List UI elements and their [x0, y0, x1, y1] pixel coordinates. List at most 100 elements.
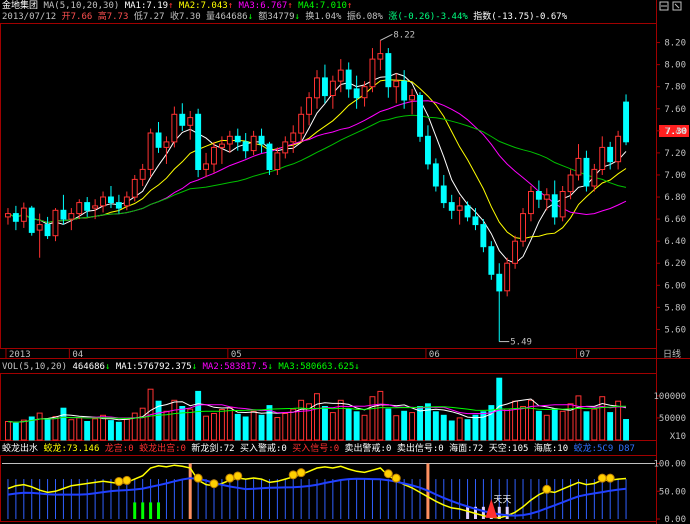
smiley-icon: [542, 484, 552, 494]
candle-body: [100, 196, 106, 207]
date-tick-label: 07: [579, 350, 590, 360]
volume-bar: [314, 393, 320, 441]
volume-bar: [139, 407, 146, 441]
volume-bar: [68, 419, 75, 441]
volume-bar: [440, 414, 447, 441]
date-unit-label[interactable]: 日线: [663, 348, 681, 360]
candle-body: [345, 69, 352, 90]
price-tick-label: 7.80: [664, 83, 686, 93]
price-tick-label: 6.40: [664, 237, 686, 247]
candle-body: [44, 224, 51, 237]
candle-body: [559, 191, 566, 218]
volume-bar: [20, 419, 27, 441]
candle-body: [448, 202, 455, 211]
volume-bar: [551, 408, 558, 441]
candle-body: [472, 216, 479, 226]
indicator-tick-label: 50.00: [659, 487, 686, 497]
candle-body: [551, 194, 558, 218]
price-tick-label: 6.60: [664, 215, 686, 225]
price-tick-label: 6.80: [664, 193, 686, 203]
smiley-icon: [193, 473, 203, 483]
candle-body: [512, 240, 518, 264]
candle-body: [504, 262, 511, 292]
high-marker-label: 8.22: [393, 30, 415, 40]
candle-body: [242, 141, 249, 152]
volume-bar: [131, 412, 138, 441]
volume-bar: [448, 420, 455, 441]
candle-body: [337, 69, 344, 82]
candle-body: [68, 213, 75, 220]
candle-body: [282, 141, 289, 154]
smiley-icon: [383, 469, 393, 479]
volume-bar: [258, 414, 265, 441]
candle-body: [115, 202, 122, 209]
candle-body: [266, 143, 273, 171]
volume-bar: [417, 406, 424, 441]
settings-icon[interactable]: [672, 1, 682, 11]
candle-body: [250, 135, 257, 152]
price-tick-label: 7.60: [664, 105, 686, 115]
volume-bar: [203, 415, 210, 441]
volume-bar: [456, 417, 463, 441]
volume-bar: [393, 415, 400, 441]
volume-bar: [472, 414, 479, 441]
candle-body: [12, 213, 19, 222]
price-tick-label: 6.00: [664, 281, 686, 291]
candle-body: [599, 146, 606, 170]
volume-bar: [623, 419, 629, 441]
candle-body: [203, 163, 210, 170]
candle-body: [5, 213, 11, 218]
candle-body: [52, 209, 59, 237]
volume-bar: [385, 408, 392, 441]
volume-bar: [535, 410, 542, 441]
candle-body: [219, 143, 225, 148]
candle-body: [163, 141, 170, 148]
volume-bar: [591, 408, 598, 441]
volume-bar: [123, 418, 130, 441]
candle-body: [520, 213, 526, 242]
candle-body: [234, 135, 241, 143]
volume-bar: [583, 411, 590, 441]
volume-bar: [607, 412, 614, 441]
candle-body: [567, 174, 574, 193]
candle-body: [322, 77, 328, 97]
candle-body: [615, 135, 622, 163]
volume-bar: [432, 411, 439, 441]
candle-body: [171, 113, 178, 143]
candle-body: [306, 97, 313, 115]
candle-body: [543, 194, 550, 200]
smiley-icon: [233, 471, 243, 481]
volume-bar: [274, 417, 281, 441]
volume-tick-label: 50000: [659, 414, 686, 424]
smiley-icon: [288, 470, 298, 480]
volume-bar: [163, 410, 170, 441]
smiley-icon: [391, 473, 401, 483]
volume-bar: [226, 407, 233, 441]
price-tick-label: 8.00: [664, 61, 686, 71]
smiley-icon: [209, 479, 219, 489]
smiley-icon: [122, 475, 132, 485]
candle-body: [131, 178, 138, 198]
price-panel-frame: [0, 23, 657, 349]
candle-body: [179, 113, 186, 126]
candle-body: [393, 80, 400, 88]
window-control-icon[interactable]: [659, 1, 669, 11]
volume-bar: [219, 409, 225, 441]
volume-bar: [108, 420, 114, 441]
volume-bar: [512, 400, 518, 441]
volume-bar: [234, 413, 241, 441]
bottom-bar: [505, 506, 509, 519]
volume-bar: [195, 390, 202, 441]
candle-body: [425, 135, 431, 165]
volume-bar: [171, 399, 178, 441]
dragon-bar: [157, 502, 160, 519]
smiley-icon: [296, 468, 306, 478]
volume-bar: [179, 406, 186, 441]
price-tick-label: 7.00: [664, 171, 686, 181]
stock-chart[interactable]: 7.30 日线 8.208.007.807.607.407.207.006.80…: [0, 0, 690, 524]
volume-bar: [36, 412, 43, 441]
volume-bar: [329, 412, 336, 441]
date-tick-label: 05: [231, 350, 242, 360]
volume-bar: [543, 414, 550, 441]
candle-body: [226, 135, 233, 145]
